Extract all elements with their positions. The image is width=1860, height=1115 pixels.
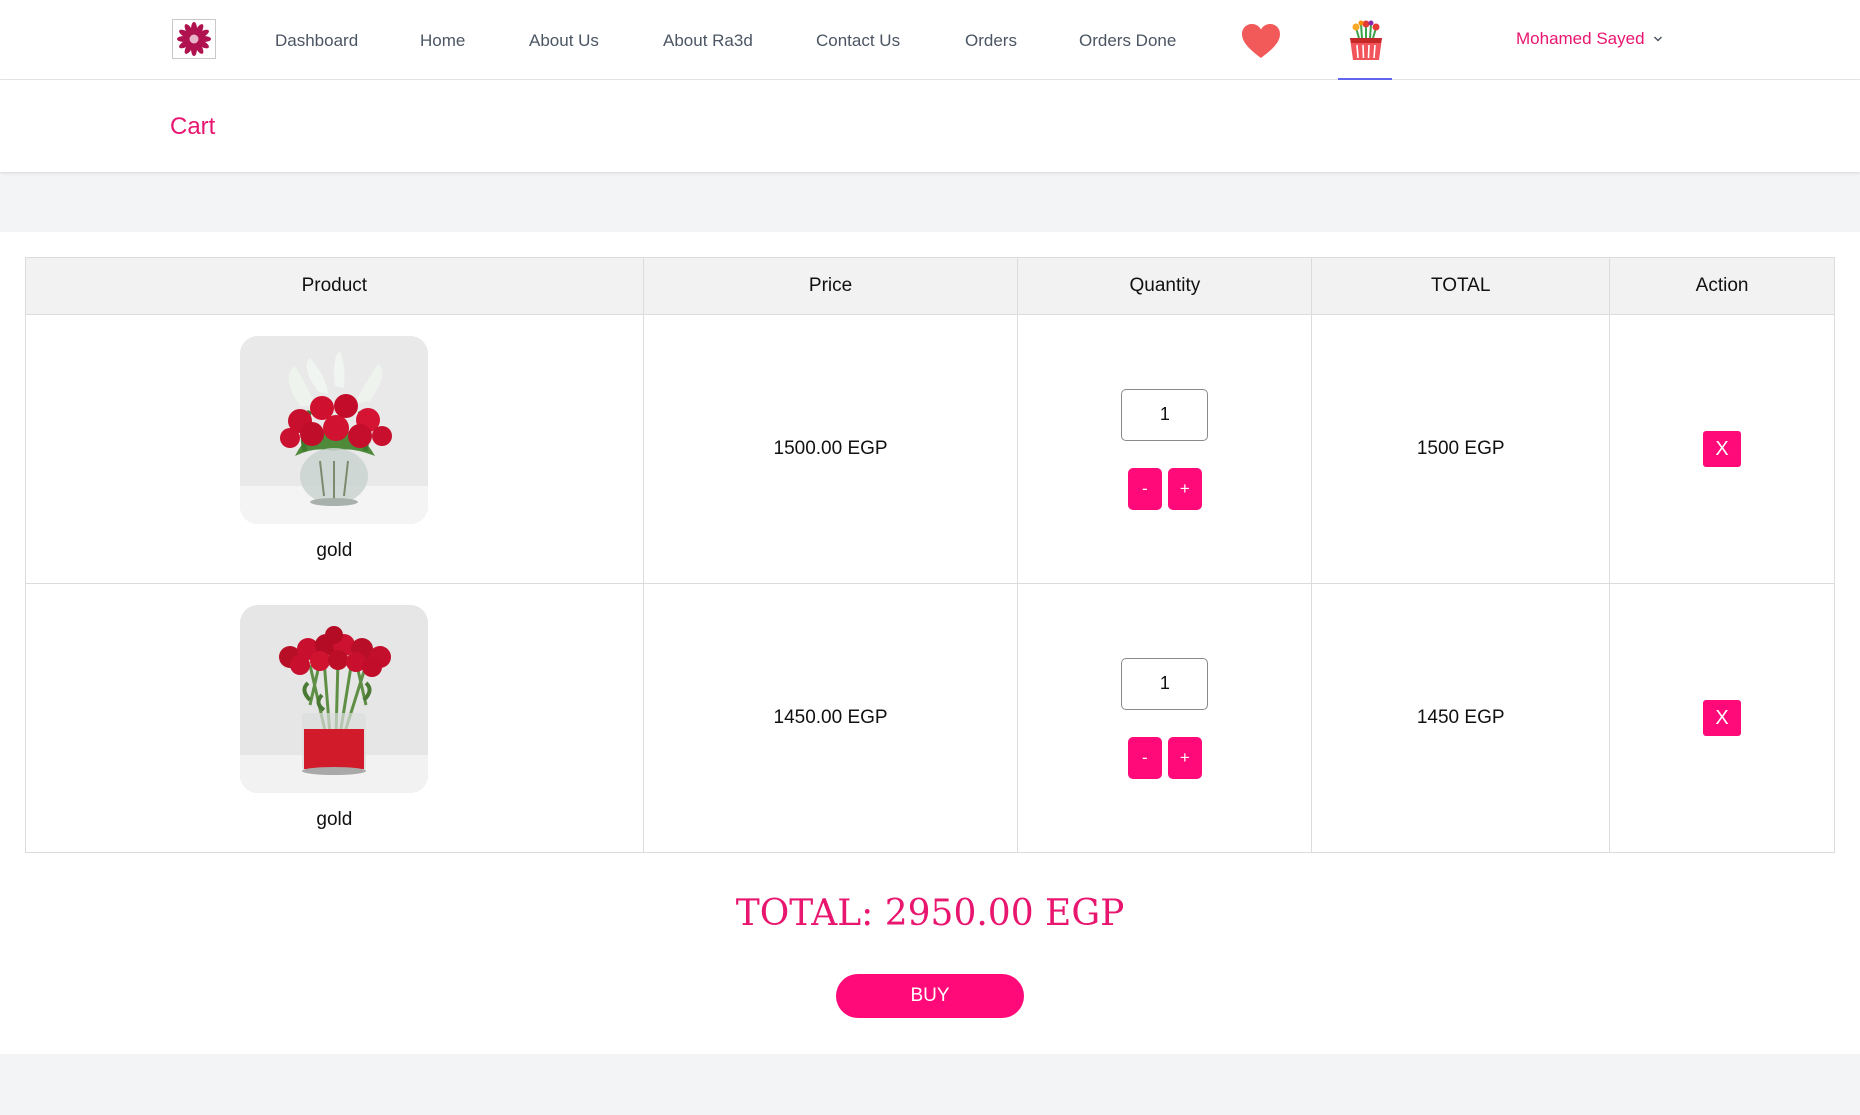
product-cell: gold	[25, 314, 644, 584]
nav-link-dashboard[interactable]: Dashboard	[275, 30, 358, 52]
quantity-input[interactable]	[1121, 388, 1209, 441]
remove-item-button[interactable]: X	[1703, 700, 1742, 736]
column-header-product: Product	[25, 257, 644, 315]
column-header-price: Price	[642, 257, 1019, 315]
nav-link-about-us[interactable]: About Us	[529, 30, 599, 52]
user-menu[interactable]: Mohamed Sayed	[1516, 28, 1663, 50]
quantity-input[interactable]	[1121, 657, 1209, 710]
decrement-button[interactable]: -	[1127, 467, 1162, 510]
nav-link-about-ra3d[interactable]: About Ra3d	[663, 30, 753, 52]
flower-logo-icon	[177, 22, 211, 56]
cart-table: Product Price Quantity TOTAL Action gold…	[25, 257, 1835, 853]
table-row: gold 1450.00 EGP - + 1450 EGP X	[25, 583, 1835, 853]
nav-link-orders-done[interactable]: Orders Done	[1079, 30, 1176, 52]
column-header-total: TOTAL	[1311, 257, 1611, 315]
site-logo[interactable]	[172, 19, 216, 59]
heart-icon	[1242, 24, 1280, 58]
quantity-cell: - +	[1017, 314, 1313, 584]
cart-grand-total: TOTAL: 2950.00 EGP	[735, 893, 1125, 934]
nav-link-orders[interactable]: Orders	[965, 30, 1017, 52]
column-header-quantity: Quantity	[1017, 257, 1313, 315]
remove-item-button[interactable]: X	[1703, 431, 1742, 467]
cart-link[interactable]	[1344, 18, 1388, 64]
column-header-action: Action	[1609, 257, 1835, 315]
nav-link-contact-us[interactable]: Contact Us	[816, 30, 900, 52]
chevron-down-icon	[1653, 36, 1662, 42]
product-name: gold	[316, 540, 353, 561]
increment-button[interactable]: +	[1167, 736, 1202, 779]
product-image	[240, 605, 429, 793]
product-image	[240, 336, 429, 524]
cart-panel: Product Price Quantity TOTAL Action gold…	[0, 232, 1860, 1054]
action-cell: X	[1609, 583, 1835, 853]
action-cell: X	[1609, 314, 1835, 584]
buy-button[interactable]: BUY	[836, 974, 1024, 1018]
price-cell: 1500.00 EGP	[642, 314, 1019, 584]
price-cell: 1450.00 EGP	[642, 583, 1019, 853]
quantity-cell: - +	[1017, 583, 1313, 853]
table-header-row: Product Price Quantity TOTAL Action	[25, 257, 1835, 315]
page-header: Cart	[0, 80, 1860, 172]
product-cell: gold	[25, 583, 644, 853]
top-navbar: Dashboard Home About Us About Ra3d Conta…	[0, 0, 1860, 80]
table-row: gold 1500.00 EGP - + 1500 EGP X	[25, 314, 1835, 584]
flower-basket-icon	[1350, 20, 1382, 60]
favorites-link[interactable]	[1240, 22, 1282, 60]
line-total-cell: 1450 EGP	[1311, 583, 1611, 853]
increment-button[interactable]: +	[1167, 467, 1202, 510]
page-title: Cart	[170, 113, 216, 140]
decrement-button[interactable]: -	[1127, 736, 1162, 779]
nav-link-home[interactable]: Home	[420, 30, 465, 52]
product-name: gold	[316, 809, 353, 830]
user-name: Mohamed Sayed	[1516, 29, 1645, 48]
line-total-cell: 1500 EGP	[1311, 314, 1611, 584]
